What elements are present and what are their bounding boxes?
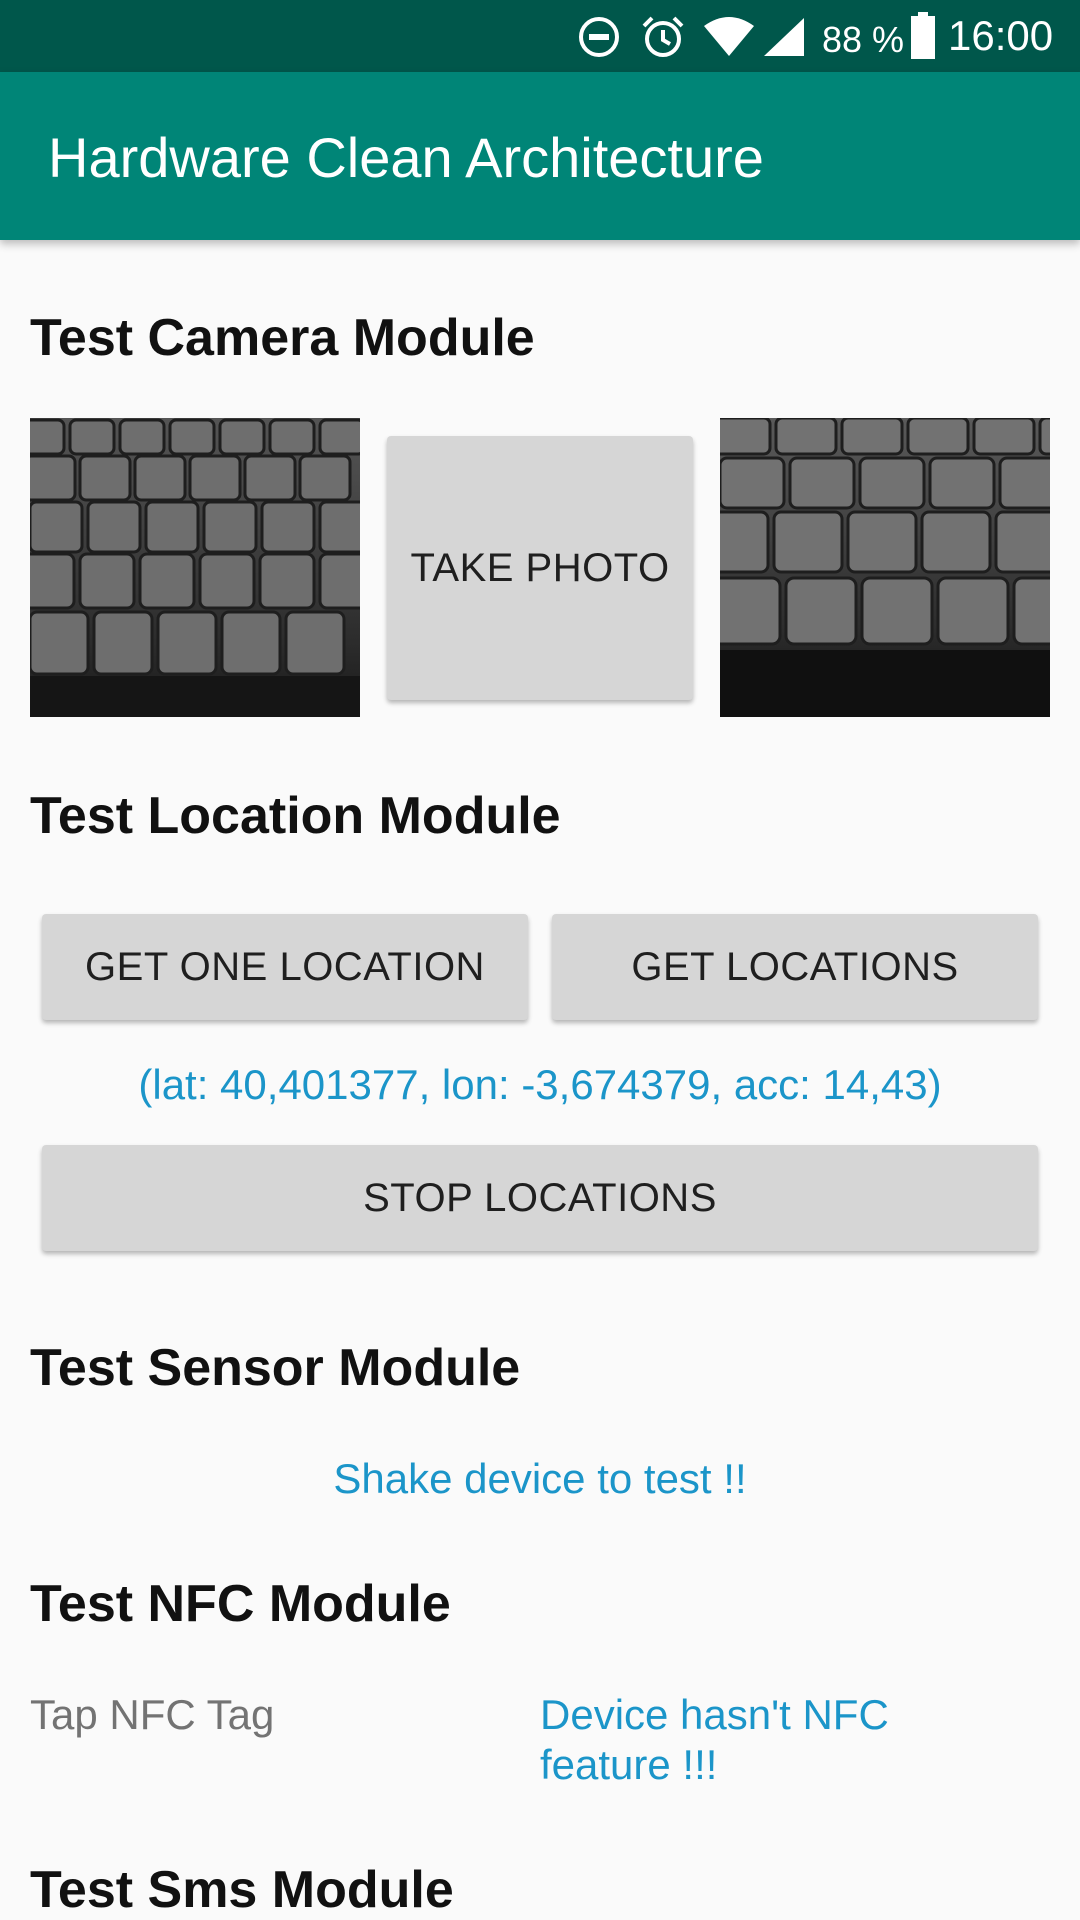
app-bar: Hardware Clean Architecture: [0, 72, 1080, 240]
sensor-message: Shake device to test !!: [333, 1455, 747, 1502]
signal-icon: [764, 18, 804, 56]
captured-photo-right: [720, 418, 1050, 717]
battery-percent: 88 %: [822, 19, 905, 60]
sms-module-title: Test Sms Module: [30, 1861, 454, 1919]
take-photo-button[interactable]: TAKE PHOTO: [387, 436, 693, 700]
get-locations-button[interactable]: GET LOCATIONS: [552, 914, 1038, 1020]
nfc-status-line-1: Device hasn't NFC: [540, 1691, 889, 1738]
clock: 16:00: [948, 12, 1054, 59]
get-one-location-button[interactable]: GET ONE LOCATION: [42, 914, 528, 1020]
sensor-module-title: Test Sensor Module: [30, 1339, 521, 1397]
wifi-icon: [704, 17, 754, 56]
do-not-disturb-icon: [579, 17, 619, 57]
keyboard-photo-left: [30, 418, 360, 717]
battery-icon: [911, 12, 935, 59]
main-content[interactable]: Test Camera Module TAKE PHOTO Test Locat…: [0, 240, 1080, 1920]
captured-photo-left: [30, 418, 360, 717]
location-module-title: Test Location Module: [30, 787, 561, 845]
app-title: Hardware Clean Architecture: [48, 126, 764, 189]
status-bar: 88 % 16:00: [0, 0, 1080, 72]
nfc-status-line-2: feature !!!: [540, 1741, 718, 1788]
nfc-tap-label: Tap NFC Tag: [30, 1691, 275, 1738]
stop-locations-button[interactable]: STOP LOCATIONS: [42, 1145, 1038, 1251]
location-result-text: (lat: 40,401377, lon: -3,674379, acc: 14…: [138, 1061, 942, 1108]
nfc-module-title: Test NFC Module: [30, 1575, 451, 1633]
camera-module-title: Test Camera Module: [30, 309, 535, 367]
keyboard-photo-right: [720, 418, 1050, 717]
alarm-icon: [642, 16, 684, 57]
